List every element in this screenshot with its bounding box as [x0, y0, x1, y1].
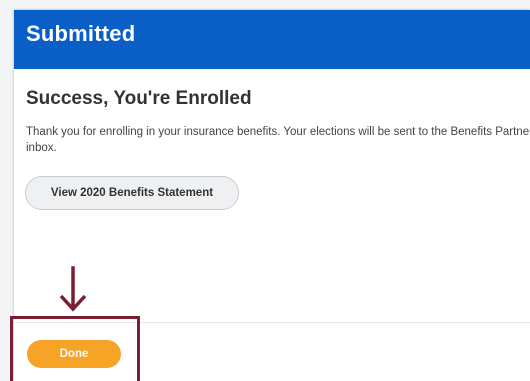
- footer-divider: [14, 322, 530, 323]
- confirmation-page: Submitted Success, You're Enrolled Thank…: [14, 10, 530, 381]
- page-header: Submitted: [14, 10, 530, 69]
- page-title: Submitted: [26, 21, 136, 46]
- confirmation-message: Thank you for enrolling in your insuranc…: [26, 126, 530, 154]
- view-benefits-statement-button[interactable]: View 2020 Benefits Statement: [25, 176, 239, 210]
- success-heading: Success, You're Enrolled: [26, 88, 252, 109]
- done-button[interactable]: Done: [27, 340, 121, 368]
- down-arrow-icon: [59, 266, 87, 312]
